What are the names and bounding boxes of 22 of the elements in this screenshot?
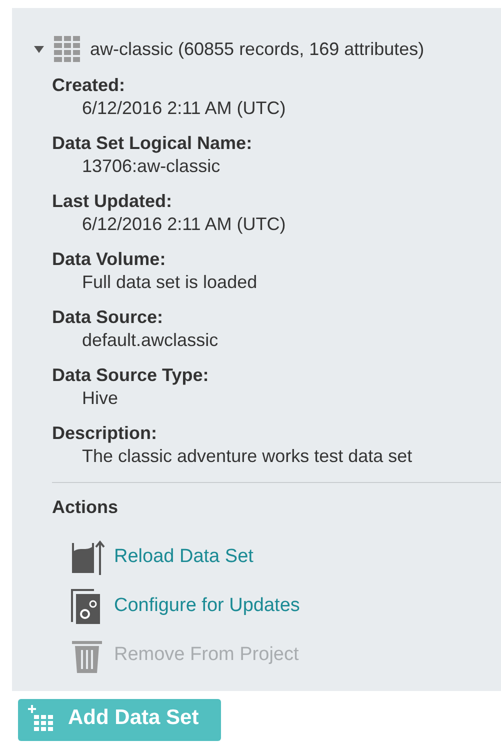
field-value: Hive — [81, 387, 120, 410]
caret-down-icon[interactable] — [34, 44, 44, 54]
action-link[interactable]: Configure for Updates — [114, 594, 300, 616]
add-data-set-button[interactable]: Add Data Set — [18, 699, 221, 741]
field-label: Data Source Type: — [52, 364, 210, 387]
field-value: default.awclassic — [81, 329, 220, 352]
field-value: 13706:aw-classic — [81, 155, 222, 178]
field-value: Full data set is loaded — [81, 271, 258, 294]
field-label: Last Updated: — [52, 190, 174, 213]
field-label: Data Source: — [52, 306, 164, 329]
field-label: Data Volume: — [52, 248, 167, 271]
field-value: 6/12/2016 2:11 AM (UTC) — [81, 97, 287, 120]
field-label: Data Set Logical Name: — [52, 132, 254, 155]
actions-heading: Actions — [51, 497, 120, 518]
dataset-title: aw-classic (60855 records, 169 attributes) — [90, 38, 424, 60]
field-label: Description: — [52, 422, 158, 445]
field-value: The classic adventure works test data set — [81, 445, 414, 468]
field-value: 6/12/2016 2:11 AM (UTC) — [81, 213, 287, 236]
table-icon — [52, 34, 82, 64]
action-link[interactable]: Reload Data Set — [114, 546, 254, 568]
add-table-icon — [28, 705, 54, 731]
field-label: Created: — [52, 74, 126, 97]
